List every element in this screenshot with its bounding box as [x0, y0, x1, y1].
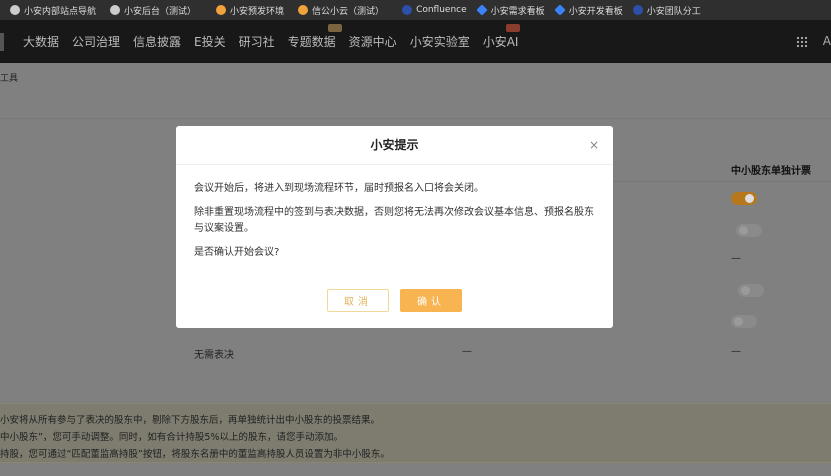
nav-item[interactable]: E投关	[194, 33, 226, 50]
globe-icon	[110, 5, 121, 15]
dialog-text: 是否确认开始会议?	[194, 247, 280, 258]
bookmark[interactable]: 小安后台（测试）	[110, 4, 196, 17]
nav-item[interactable]: 资源中心	[349, 33, 397, 50]
notice-box: 小安将从所有参与了表决的股东中，剔除下方股东后，再单独统计出中小股东的投票结果。…	[0, 403, 831, 463]
bookmark[interactable]: 小安团队分工	[632, 4, 701, 17]
nav-item[interactable]: 大数据	[23, 33, 59, 50]
nav-item[interactable]: 公司治理	[72, 33, 120, 50]
toggle-switch[interactable]	[736, 224, 762, 237]
jira-icon	[476, 4, 488, 16]
user-avatar[interactable]: A	[823, 34, 831, 48]
dialog-text: 会议开始后，将进入到现场流程环节，届时预报名入口将会关闭。	[194, 183, 484, 194]
bookmark[interactable]: 信公小云（测试）	[298, 4, 384, 17]
dialog-text: 除非重置现场流程中的签到与表决数据，否则您将无法再次修改会议基本信息、预报名股东…	[194, 207, 594, 234]
confluence-icon	[402, 5, 413, 15]
notice-line: 持股，您可通过“匹配董监高持股”按钮，将股东名册中的董监高持股人员设置为非中小股…	[0, 449, 390, 460]
cancel-button[interactable]: 取消	[327, 289, 389, 312]
nav-item[interactable]: 小安AI	[483, 24, 521, 50]
nav-item[interactable]: 信息披露	[133, 33, 181, 50]
nav-item[interactable]: 专题数据	[288, 24, 342, 50]
bookmarks-bar: 小安内部站点导航 小安后台（测试） 小安预发环境 信公小云（测试） Conflu…	[0, 0, 831, 20]
bookmark[interactable]: 小安开发看板	[554, 4, 623, 17]
site-icon	[216, 5, 227, 15]
dash: —	[462, 346, 472, 357]
dialog-body: 会议开始后，将进入到现场流程环节，届时预报名入口将会关闭。 除非重置现场流程中的…	[176, 165, 613, 261]
breadcrumb: 工具	[0, 74, 19, 84]
notice-line: 中小股东”，您可手动调整。同时，如有合计持股5%以上的股东，请您手动添加。	[0, 432, 343, 443]
toggle-switch[interactable]	[731, 315, 757, 328]
site-icon	[632, 5, 643, 15]
nav-item[interactable]: 小安实验室	[410, 33, 470, 50]
logo	[0, 32, 4, 51]
nav-item[interactable]: 研习社	[239, 33, 275, 50]
apps-grid-icon[interactable]	[796, 36, 807, 47]
column-header: 中小股东单独计票	[731, 166, 811, 177]
dash: —	[731, 346, 741, 357]
bookmark[interactable]: 小安需求看板	[476, 4, 545, 17]
toggle-switch[interactable]	[738, 284, 764, 297]
globe-icon	[10, 5, 20, 15]
notice-line: 小安将从所有参与了表决的股东中，剔除下方股东后，再单独统计出中小股东的投票结果。	[0, 415, 381, 426]
site-icon	[298, 5, 309, 15]
bookmark[interactable]: 小安预发环境	[216, 4, 284, 17]
dialog-title: 小安提示	[370, 138, 419, 152]
jira-icon	[554, 4, 566, 16]
dash: —	[731, 253, 741, 264]
hot-badge	[506, 24, 521, 32]
close-icon[interactable]: ×	[589, 126, 599, 165]
bookmark[interactable]: 小安内部站点导航	[10, 4, 96, 17]
dialog-header: 小安提示 ×	[176, 126, 613, 165]
toggle-switch[interactable]	[731, 192, 757, 205]
confirm-button[interactable]: 确认	[400, 289, 462, 312]
top-nav: 大数据 公司治理 信息披露 E投关 研习社 专题数据 资源中心 小安实验室 小安…	[0, 20, 831, 63]
divider	[0, 118, 831, 119]
confirm-dialog: 小安提示 × 会议开始后，将进入到现场流程环节，届时预报名入口将会关闭。 除非重…	[176, 126, 613, 328]
new-badge	[327, 24, 342, 32]
vote-type: 无需表决	[194, 350, 234, 361]
bookmark[interactable]: Confluence	[402, 5, 467, 15]
